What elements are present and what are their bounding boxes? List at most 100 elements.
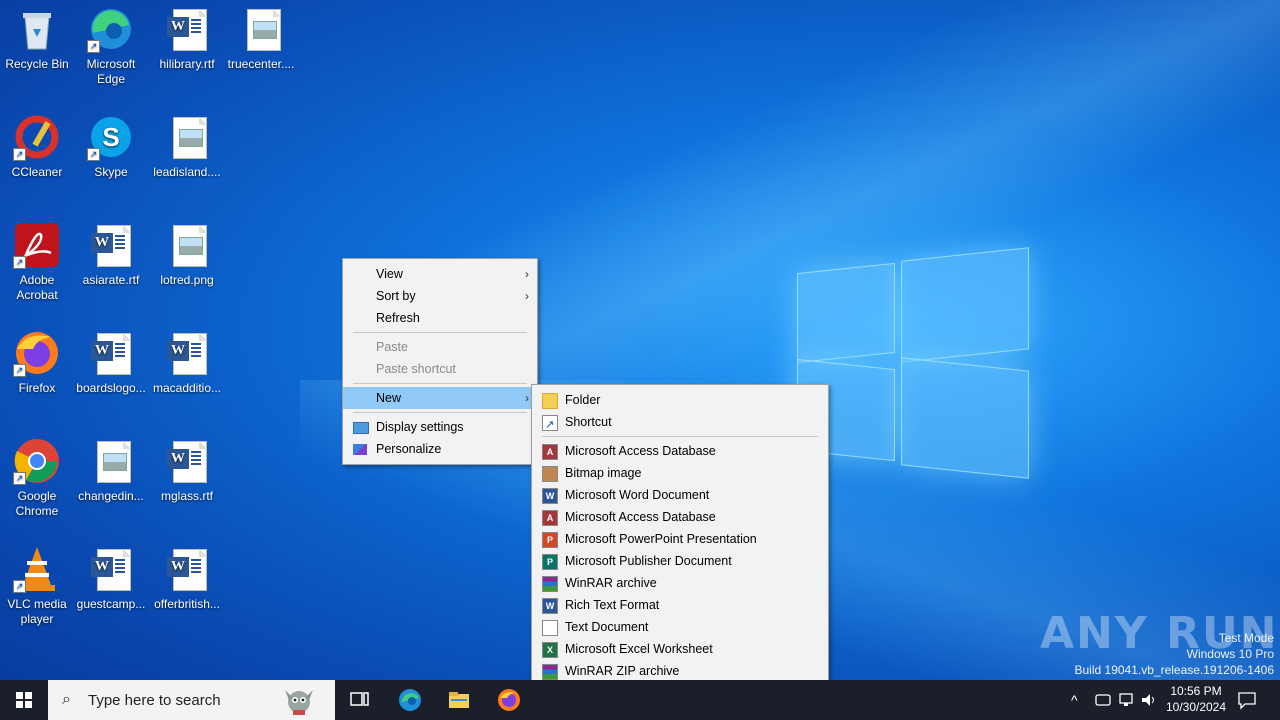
new-item-winrar[interactable]: WinRAR archive xyxy=(532,572,828,594)
new-item-winrar-zip[interactable]: WinRAR ZIP archive xyxy=(532,660,828,682)
image-file-icon xyxy=(87,437,135,485)
shortcut-icon xyxy=(542,414,558,436)
menu-item-paste-shortcut[interactable]: Paste shortcut xyxy=(343,358,537,380)
text-doc-icon xyxy=(542,620,558,636)
desktop-icon-label: truecenter.... xyxy=(227,57,295,71)
desktop-icon[interactable]: leadisland.... xyxy=(150,113,224,180)
new-item-rtf[interactable]: W Rich Text Format xyxy=(532,594,828,616)
desktop-icon[interactable]: Recycle Bin xyxy=(0,5,74,72)
windows-test-mode-watermark: Test Mode Windows 10 Pro Build 19041.vb_… xyxy=(1074,631,1275,677)
new-item-access[interactable]: A Microsoft Access Database xyxy=(532,440,828,462)
bitmap-icon xyxy=(542,466,558,482)
desktop-icon[interactable]: ↗ Google Chrome xyxy=(0,437,74,519)
desktop-icon[interactable]: truecenter.... xyxy=(224,5,298,72)
taskbar: ⌕ Type here to search ^ 10:56 PM 10/30/2… xyxy=(0,680,1280,720)
new-item-shortcut[interactable]: Shortcut xyxy=(532,411,828,436)
desktop-icon-label: guestcamp... xyxy=(76,597,146,611)
menu-item-personalize[interactable]: Personalize xyxy=(343,438,537,460)
windows-logo-wallpaper xyxy=(795,240,1030,480)
skype-icon: S ↗ xyxy=(87,113,135,161)
menu-item-label: Microsoft Excel Worksheet xyxy=(565,642,713,656)
new-submenu: Folder Shortcut A Microsoft Access Databa… xyxy=(531,384,829,687)
rtf-icon: W xyxy=(542,598,558,614)
volume-icon[interactable] xyxy=(1140,691,1158,709)
search-placeholder: Type here to search xyxy=(88,692,221,709)
desktop-icon-label: boardslogo... xyxy=(76,381,146,395)
desktop-icon-label: Google Chrome xyxy=(15,489,59,518)
desktop-icon[interactable]: Wmacadditio... xyxy=(150,329,224,396)
access-icon: A xyxy=(542,444,558,460)
word-doc-icon: W xyxy=(163,437,211,485)
word-doc-icon: W xyxy=(87,545,135,593)
desktop-icon[interactable]: lotred.png xyxy=(150,221,224,288)
menu-separator xyxy=(542,436,818,437)
desktop-icon[interactable]: ↗ Microsoft Edge xyxy=(74,5,148,87)
task-view-icon[interactable] xyxy=(348,688,372,712)
desktop-icon-label: lotred.png xyxy=(160,273,214,287)
desktop-icon[interactable]: Wofferbritish... xyxy=(150,545,224,612)
menu-separator xyxy=(353,383,527,384)
image-file-icon xyxy=(163,113,211,161)
desktop-icon[interactable]: ↗ VLC media player xyxy=(0,545,74,627)
edge-taskbar-icon[interactable] xyxy=(398,688,422,712)
recycle-bin-icon xyxy=(13,5,61,53)
taskbar-clock[interactable]: 10:56 PM 10/30/2024 xyxy=(1160,683,1232,715)
new-item-powerpoint[interactable]: P Microsoft PowerPoint Presentation xyxy=(532,528,828,550)
desktop-icon[interactable]: Wboardslogo... xyxy=(74,329,148,396)
desktop-icon[interactable]: ↗ CCleaner xyxy=(0,113,74,180)
firefox-taskbar-icon[interactable] xyxy=(497,688,521,712)
vlc-icon: ↗ xyxy=(13,545,61,593)
menu-item-display-settings[interactable]: Display settings xyxy=(343,416,537,438)
new-item-excel[interactable]: X Microsoft Excel Worksheet xyxy=(532,638,828,660)
new-item-folder[interactable]: Folder xyxy=(532,389,828,411)
search-icon: ⌕ xyxy=(62,691,71,708)
menu-item-sort-by[interactable]: Sort by › xyxy=(343,285,537,307)
shortcut-arrow-icon: ↗ xyxy=(13,148,26,161)
start-button[interactable] xyxy=(0,680,48,720)
desktop-icon[interactable]: Wguestcamp... xyxy=(74,545,148,612)
desktop-icon-label: Microsoft Edge xyxy=(86,57,136,86)
menu-item-view[interactable]: View › xyxy=(343,263,537,285)
word-icon: W xyxy=(542,488,558,504)
desktop-icon[interactable]: ↗ Adobe Acrobat xyxy=(0,221,74,303)
desktop-icon[interactable]: ↗ Firefox xyxy=(0,329,74,396)
desktop-icon[interactable]: Wmglass.rtf xyxy=(150,437,224,504)
desktop-icon[interactable]: Whilibrary.rtf xyxy=(150,5,224,72)
firefox-icon: ↗ xyxy=(13,329,61,377)
new-item-access[interactable]: A Microsoft Access Database xyxy=(532,506,828,528)
menu-item-label: Microsoft Publisher Document xyxy=(565,554,732,568)
edge-icon: ↗ xyxy=(87,5,135,53)
file-explorer-icon[interactable] xyxy=(447,688,471,712)
desktop-icon[interactable]: changedin... xyxy=(74,437,148,504)
desktop-icon[interactable]: Wasiarate.rtf xyxy=(74,221,148,288)
shortcut-arrow-icon: ↗ xyxy=(13,256,26,269)
desktop-icon[interactable]: S ↗ Skype xyxy=(74,113,148,180)
menu-item-refresh[interactable]: Refresh xyxy=(343,307,537,329)
excel-icon: X xyxy=(542,642,558,658)
menu-item-paste[interactable]: Paste xyxy=(343,336,537,358)
word-doc-icon: W xyxy=(163,545,211,593)
image-file-icon xyxy=(237,5,285,53)
word-doc-icon: W xyxy=(163,329,211,377)
desktop-icon-label: changedin... xyxy=(78,489,144,503)
taskbar-search-box[interactable]: ⌕ Type here to search xyxy=(48,680,335,720)
menu-item-label: Microsoft Access Database xyxy=(565,510,716,524)
network-icon[interactable] xyxy=(1117,691,1135,709)
notification-center-icon[interactable] xyxy=(1237,690,1257,710)
new-item-publisher[interactable]: P Microsoft Publisher Document xyxy=(532,550,828,572)
new-item-text-doc[interactable]: Text Document xyxy=(532,616,828,638)
meet-now-icon[interactable] xyxy=(1094,691,1112,709)
new-item-word[interactable]: W Microsoft Word Document xyxy=(532,484,828,506)
publisher-icon: P xyxy=(542,554,558,570)
new-item-bitmap[interactable]: Bitmap image xyxy=(532,462,828,484)
desktop-icon-label: VLC media player xyxy=(7,597,67,626)
windows-start-icon xyxy=(16,692,32,708)
desktop-icon-label: macadditio... xyxy=(152,381,222,395)
desktop-icon-label: asiarate.rtf xyxy=(82,273,140,287)
tray-overflow-chevron-icon[interactable]: ^ xyxy=(1071,680,1078,720)
menu-item-new[interactable]: New › xyxy=(343,387,537,409)
ccleaner-icon: ↗ xyxy=(13,113,61,161)
word-doc-icon: W xyxy=(163,5,211,53)
menu-separator xyxy=(353,412,527,413)
display-settings-icon xyxy=(353,422,369,434)
